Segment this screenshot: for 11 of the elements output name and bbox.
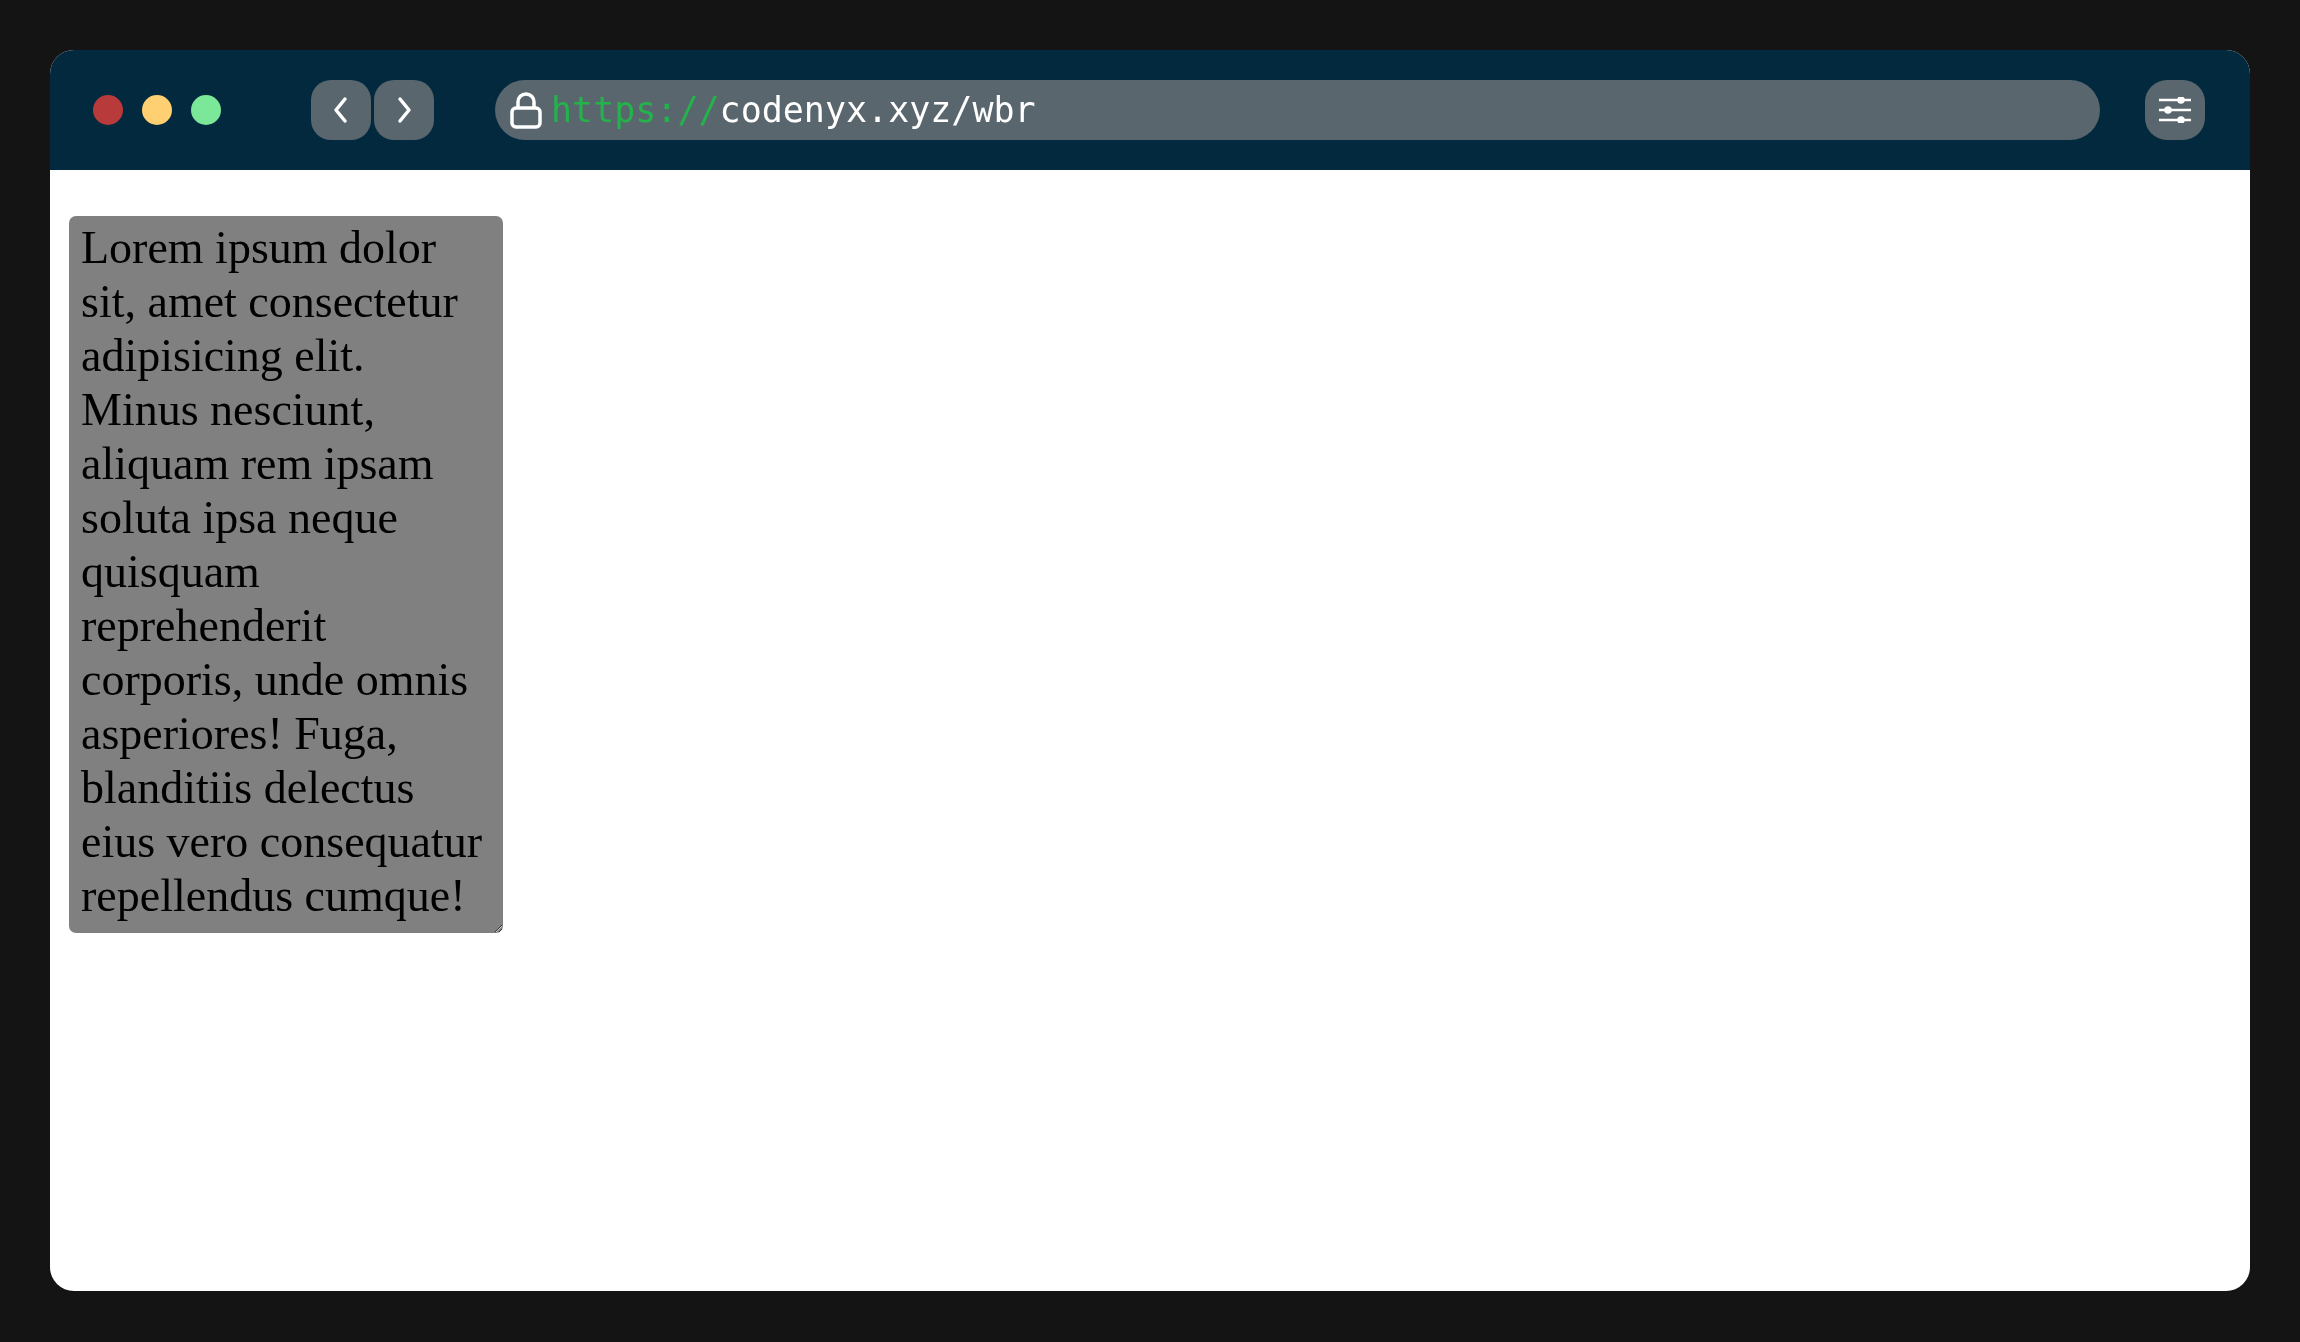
- address-bar[interactable]: https://codenyx.xyz/wbr: [495, 80, 2100, 140]
- text-block: Lorem ipsum dolor sit, amet consectetur adipisicing elit. Minus nesciunt, aliquam rem ipsam soluta ipsa neque quisquam reprehenderit corporis, unde omnis asperiores! Fuga, blanditiis delectus eius vero consequatur repellendus cumque!: [69, 216, 503, 933]
- window-control-dot[interactable]: [142, 95, 172, 125]
- sliders-icon: [2158, 97, 2192, 123]
- forward-button[interactable]: [374, 80, 434, 140]
- url-text: https://codenyx.xyz/wbr: [551, 90, 1036, 130]
- lock-icon: [509, 91, 543, 129]
- window-control-dot[interactable]: [191, 95, 221, 125]
- settings-button[interactable]: [2145, 80, 2205, 140]
- window-control-dot[interactable]: [93, 95, 123, 125]
- back-button[interactable]: [311, 80, 371, 140]
